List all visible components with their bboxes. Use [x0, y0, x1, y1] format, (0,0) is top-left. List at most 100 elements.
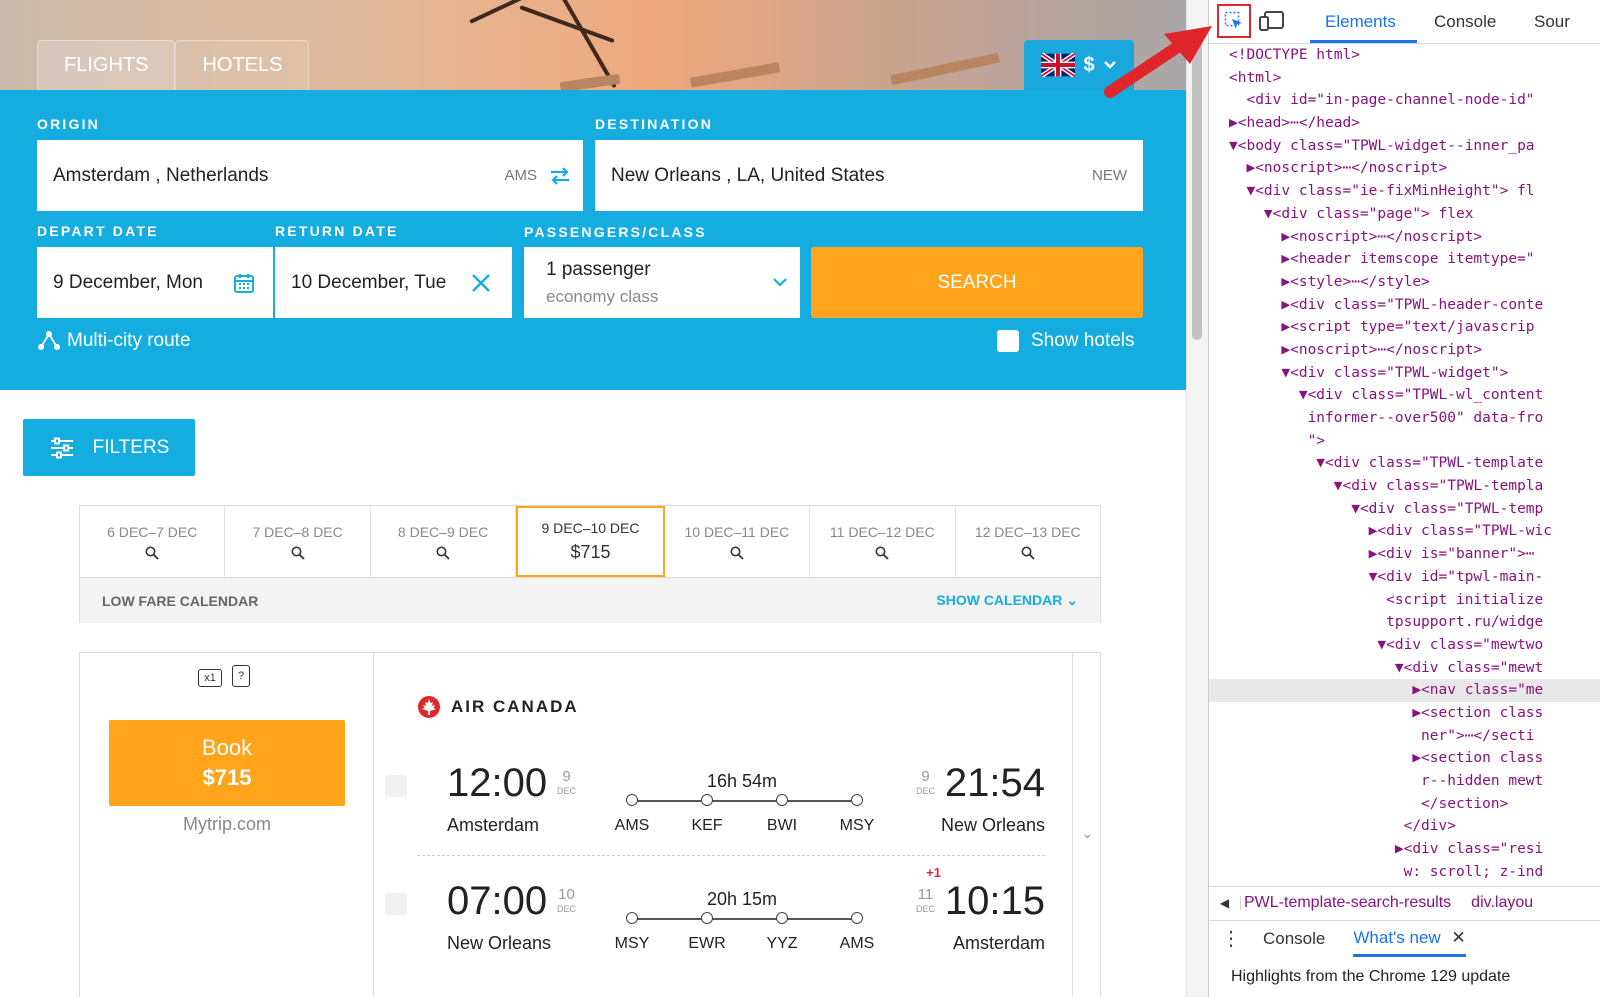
stop-dot: [701, 912, 713, 924]
passengers-select[interactable]: 1 passenger economy class: [524, 247, 800, 318]
search-icon: [145, 546, 159, 560]
origin-field[interactable]: Amsterdam , Netherlands AMS: [37, 140, 583, 211]
show-calendar-label: SHOW CALENDAR: [936, 592, 1063, 608]
multi-city-link[interactable]: Multi-city route: [37, 330, 191, 352]
show-calendar-link[interactable]: SHOW CALENDAR ⌄: [936, 592, 1078, 609]
date-strip: 6 DEC–7 DEC 7 DEC–8 DEC 8 DEC–9 DEC 9 DEC–1…: [79, 505, 1101, 623]
return-date-field[interactable]: 10 December, Tue: [275, 247, 512, 318]
dom-node[interactable]: ▶<noscript>⋯</noscript>: [1209, 157, 1600, 180]
segment-checkbox[interactable]: [385, 775, 407, 797]
book-button[interactable]: Book $715: [109, 720, 345, 806]
language-currency-selector[interactable]: $: [1024, 40, 1134, 90]
departure-month: DEC: [557, 904, 577, 914]
close-icon[interactable]: ✕: [1451, 928, 1465, 947]
breadcrumb-left-arrow-icon[interactable]: ◀: [1209, 895, 1241, 910]
book-price: $715: [202, 765, 252, 790]
show-hotels-toggle[interactable]: Show hotels: [997, 330, 1135, 352]
tab-console[interactable]: Console: [1434, 12, 1496, 32]
baggage-icon: x1: [198, 669, 222, 687]
clear-icon[interactable]: [470, 272, 492, 294]
dom-node[interactable]: ▼<div class="TPWL-wl_content: [1209, 384, 1600, 407]
departure-city: Amsterdam: [447, 815, 540, 835]
dom-node[interactable]: ▶<div is="banner">⋯: [1209, 543, 1600, 566]
page-scrollbar[interactable]: [1186, 0, 1208, 997]
dom-node[interactable]: tpsupport.ru/widge: [1209, 611, 1600, 634]
dom-node[interactable]: </section>: [1209, 793, 1600, 816]
tab-elements[interactable]: Elements: [1325, 12, 1396, 32]
dom-node[interactable]: ▶<style>⋯</style>: [1209, 271, 1600, 294]
arrival-month: DEC: [915, 904, 935, 914]
dom-node[interactable]: <html>: [1209, 67, 1600, 90]
dom-node[interactable]: <script initialize: [1209, 589, 1600, 612]
dom-node[interactable]: informer--over500" data-fro: [1209, 407, 1600, 430]
date-option[interactable]: 10 DEC–11 DEC: [665, 506, 811, 577]
dom-node[interactable]: ▶<noscript>⋯</noscript>: [1209, 226, 1600, 249]
segment-checkbox[interactable]: [385, 893, 407, 915]
dom-node[interactable]: ▼<div class="mewtwo: [1209, 634, 1600, 657]
date-option[interactable]: 9 DEC–10 DEC $715: [516, 506, 665, 577]
dom-node[interactable]: ▶<section class: [1209, 702, 1600, 725]
dom-node[interactable]: ner">⋯</secti: [1209, 725, 1600, 748]
dom-node[interactable]: ▼<div class="ie-fixMinHeight"> fl: [1209, 180, 1600, 203]
scrollbar-thumb[interactable]: [1192, 40, 1202, 340]
search-button[interactable]: SEARCH: [811, 247, 1143, 318]
dom-node[interactable]: <div id="in-page-channel-node-id": [1209, 89, 1600, 112]
drawer-tab-whats-new[interactable]: What's new ✕: [1353, 928, 1466, 957]
date-option[interactable]: 12 DEC–13 DEC: [956, 506, 1100, 577]
device-toolbar-icon[interactable]: [1259, 10, 1285, 38]
date-option[interactable]: 11 DEC–12 DEC: [810, 506, 956, 577]
book-label: Book: [201, 735, 253, 760]
dom-node[interactable]: w: scroll; z-ind: [1209, 861, 1600, 884]
tab-sources[interactable]: Sour: [1534, 12, 1570, 32]
dom-node[interactable]: ▼<body class="TPWL-widget--inner_pa: [1209, 135, 1600, 158]
date-option[interactable]: 6 DEC–7 DEC: [80, 506, 226, 577]
search-form: ORIGIN DESTINATION Amsterdam , Netherlan…: [0, 90, 1186, 390]
dom-node[interactable]: ▼<div class="TPWL-template: [1209, 452, 1600, 475]
dom-node[interactable]: ">: [1209, 430, 1600, 453]
dom-node[interactable]: ▼<div id="tpwl-main-: [1209, 566, 1600, 589]
dom-node[interactable]: ▶<head>⋯</head>: [1209, 112, 1600, 135]
chevron-down-icon: ⌄: [1066, 592, 1078, 608]
return-date-label: RETURN DATE: [275, 223, 399, 239]
date-option[interactable]: 7 DEC–8 DEC: [225, 506, 371, 577]
arrival-city: New Orleans: [940, 815, 1045, 835]
dom-node[interactable]: ▶<noscript>⋯</noscript>: [1209, 339, 1600, 362]
dom-node[interactable]: ▶<script type="text/javascrip: [1209, 316, 1600, 339]
date-option[interactable]: 8 DEC–9 DEC: [371, 506, 517, 577]
drawer-menu-icon[interactable]: ⋮: [1209, 926, 1253, 951]
dom-node[interactable]: ▶<div class="resi: [1209, 838, 1600, 861]
dom-node[interactable]: ▶<header itemscope itemtype=": [1209, 248, 1600, 271]
dom-node[interactable]: r--hidden mewt: [1209, 770, 1600, 793]
breadcrumb-item[interactable]: PWL-template-search-results: [1244, 894, 1451, 912]
expand-details-toggle[interactable]: ⌄: [1072, 653, 1102, 997]
breadcrumb-item[interactable]: div.layou: [1471, 894, 1533, 912]
dom-node[interactable]: ▼<div class="page"> flex: [1209, 203, 1600, 226]
dom-node[interactable]: ▶<div class="TPWL-header-conte: [1209, 294, 1600, 317]
depart-date-field[interactable]: 9 December, Mon: [37, 247, 273, 318]
stop-dot: [701, 794, 713, 806]
calendar-icon[interactable]: [233, 272, 255, 294]
swap-icon[interactable]: [549, 166, 571, 186]
uk-flag-icon: [1041, 53, 1076, 77]
destination-code: NEW: [1092, 167, 1127, 184]
inspect-element-icon[interactable]: [1217, 4, 1251, 38]
date-range: 12 DEC–13 DEC: [974, 523, 1081, 540]
drawer-tab-console[interactable]: Console: [1263, 929, 1325, 949]
date-price: $715: [570, 542, 611, 562]
dom-node[interactable]: ▶<section class: [1209, 747, 1600, 770]
dom-node[interactable]: </div>: [1209, 815, 1600, 838]
dom-node[interactable]: ▼<div class="TPWL-temp: [1209, 498, 1600, 521]
dom-node[interactable]: <!DOCTYPE html>: [1209, 44, 1600, 67]
filters-button[interactable]: FILTERS: [23, 419, 195, 476]
show-hotels-checkbox[interactable]: [997, 330, 1019, 352]
tab-hotels[interactable]: HOTELS: [175, 40, 310, 90]
arrival-city: Amsterdam: [952, 933, 1045, 953]
dom-node[interactable]: ▶<div class="TPWL-wic: [1209, 520, 1600, 543]
dom-node[interactable]: ▶<nav class="me: [1209, 679, 1600, 702]
dom-node[interactable]: ▼<div class="TPWL-templa: [1209, 475, 1600, 498]
show-hotels-label: Show hotels: [1031, 330, 1135, 351]
dom-node[interactable]: ▼<div class="TPWL-widget">: [1209, 362, 1600, 385]
tab-flights[interactable]: FLIGHTS: [37, 40, 176, 90]
dom-node[interactable]: ▼<div class="mewt: [1209, 657, 1600, 680]
destination-field[interactable]: New Orleans , LA, United States NEW: [595, 140, 1143, 211]
